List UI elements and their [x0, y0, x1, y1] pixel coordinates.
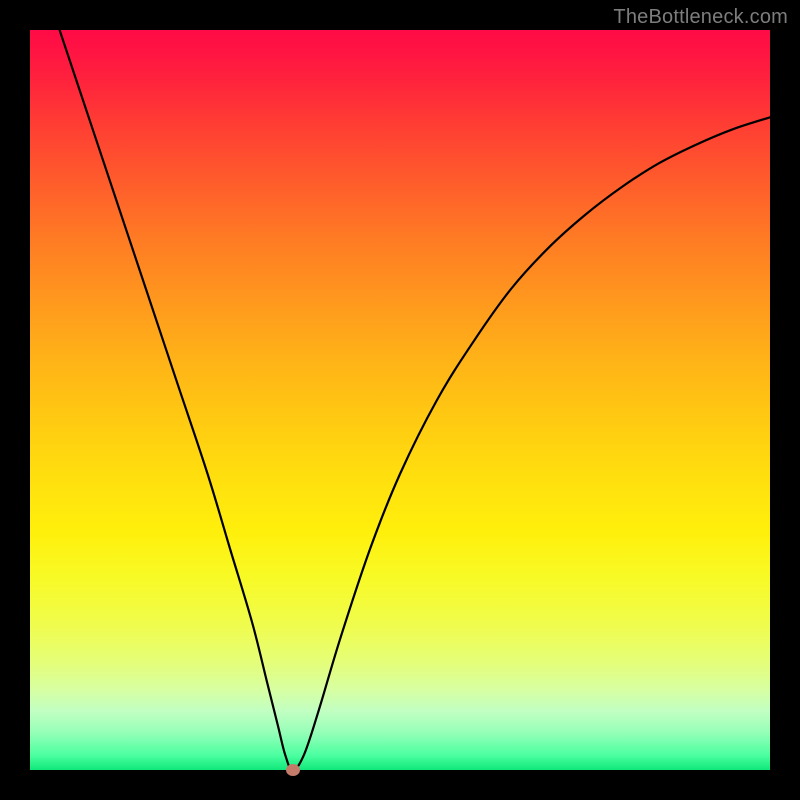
bottleneck-curve	[60, 30, 770, 770]
curve-svg	[30, 30, 770, 770]
minimum-marker	[286, 764, 300, 776]
watermark-text: TheBottleneck.com	[613, 6, 788, 29]
chart-frame: TheBottleneck.com	[0, 0, 800, 800]
plot-area	[30, 30, 770, 770]
